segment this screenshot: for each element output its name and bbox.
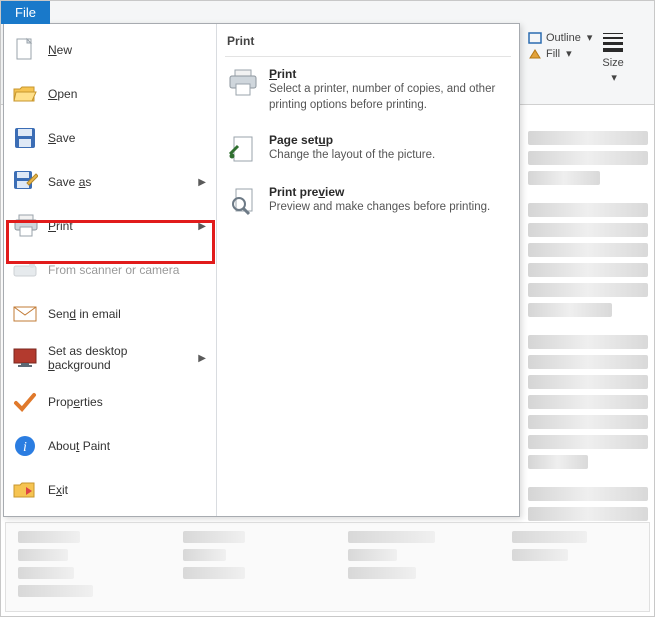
ribbon-right-cluster: Outline ▾ Fill ▾ Size ▾ bbox=[528, 31, 648, 86]
menu-item-label: From scanner or camera bbox=[48, 263, 206, 277]
page-setup-icon bbox=[227, 133, 259, 165]
scanner-icon bbox=[12, 257, 38, 283]
menu-item-label: Save as bbox=[48, 175, 188, 189]
submenu-item-title: Print bbox=[269, 67, 507, 81]
chevron-down-icon: ▾ bbox=[611, 71, 617, 84]
submenu-arrow-icon: ▶ bbox=[198, 221, 206, 232]
menu-item-label: Send in email bbox=[48, 307, 206, 321]
menu-item-about[interactable]: i About Paint bbox=[4, 424, 216, 468]
save-icon bbox=[12, 125, 38, 151]
fill-label: Fill bbox=[546, 48, 560, 60]
checkmark-icon bbox=[12, 389, 38, 415]
svg-text:i: i bbox=[23, 440, 27, 455]
submenu-item-print[interactable]: Print Select a printer, number of copies… bbox=[225, 57, 511, 123]
submenu-item-title: Print preview bbox=[269, 185, 490, 199]
menu-item-print[interactable]: Print ▶ bbox=[4, 204, 216, 248]
menu-item-exit[interactable]: Exit bbox=[4, 468, 216, 512]
menu-item-label: About Paint bbox=[48, 439, 206, 453]
menu-item-properties[interactable]: Properties bbox=[4, 380, 216, 424]
menu-item-label: Set as desktop background bbox=[48, 344, 188, 372]
menu-item-label: New bbox=[48, 43, 206, 57]
menu-item-label: Print bbox=[48, 219, 188, 233]
print-submenu-panel: Print Print Select a printer, number of … bbox=[217, 24, 519, 516]
submenu-item-title: Page setup bbox=[269, 133, 435, 147]
shape-style-group: Outline ▾ Fill ▾ bbox=[528, 31, 592, 86]
file-tab[interactable]: File bbox=[1, 1, 50, 24]
outline-dropdown[interactable]: Outline ▾ bbox=[528, 31, 592, 44]
submenu-item-desc: Select a printer, number of copies, and … bbox=[269, 82, 507, 113]
menu-item-desktop-bg[interactable]: Set as desktop background ▶ bbox=[4, 336, 216, 380]
email-icon bbox=[12, 301, 38, 327]
printer-icon bbox=[227, 67, 259, 99]
menu-item-save[interactable]: Save bbox=[4, 116, 216, 160]
chevron-down-icon: ▾ bbox=[587, 31, 593, 44]
fill-dropdown[interactable]: Fill ▾ bbox=[528, 47, 592, 60]
outline-label: Outline bbox=[546, 32, 581, 44]
new-icon bbox=[12, 37, 38, 63]
submenu-header: Print bbox=[225, 30, 511, 57]
print-preview-icon bbox=[227, 185, 259, 217]
info-icon: i bbox=[12, 433, 38, 459]
file-tab-label: File bbox=[15, 5, 36, 20]
submenu-item-page-setup[interactable]: Page setup Change the layout of the pict… bbox=[225, 123, 511, 175]
open-icon bbox=[12, 81, 38, 107]
save-as-icon bbox=[12, 169, 38, 195]
menu-item-new[interactable]: New bbox=[4, 28, 216, 72]
submenu-item-desc: Change the layout of the picture. bbox=[269, 148, 435, 164]
menu-item-label: Properties bbox=[48, 395, 206, 409]
submenu-item-desc: Preview and make changes before printing… bbox=[269, 200, 490, 216]
menu-item-open[interactable]: Open bbox=[4, 72, 216, 116]
file-menu-dropdown: New Open Save Save as ▶ Print bbox=[3, 23, 520, 517]
menu-item-label: Open bbox=[48, 87, 206, 101]
exit-icon bbox=[12, 477, 38, 503]
print-icon bbox=[12, 213, 38, 239]
line-weight-icon bbox=[603, 33, 623, 55]
menu-item-save-as[interactable]: Save as ▶ bbox=[4, 160, 216, 204]
blurred-content-bottom bbox=[5, 522, 650, 612]
menu-item-label: Exit bbox=[48, 483, 206, 497]
desktop-background-icon bbox=[12, 345, 38, 371]
chevron-down-icon: ▾ bbox=[566, 47, 572, 60]
menu-item-scanner: From scanner or camera bbox=[4, 248, 216, 292]
menu-item-label: Save bbox=[48, 131, 206, 145]
size-dropdown[interactable]: Size ▾ bbox=[598, 31, 627, 86]
submenu-arrow-icon: ▶ bbox=[198, 353, 206, 364]
blurred-content-right bbox=[528, 131, 648, 567]
menu-item-send-email[interactable]: Send in email bbox=[4, 292, 216, 336]
size-label: Size bbox=[602, 57, 623, 69]
submenu-item-print-preview[interactable]: Print preview Preview and make changes b… bbox=[225, 175, 511, 227]
submenu-arrow-icon: ▶ bbox=[198, 177, 206, 188]
file-menu-list: New Open Save Save as ▶ Print bbox=[4, 24, 217, 516]
